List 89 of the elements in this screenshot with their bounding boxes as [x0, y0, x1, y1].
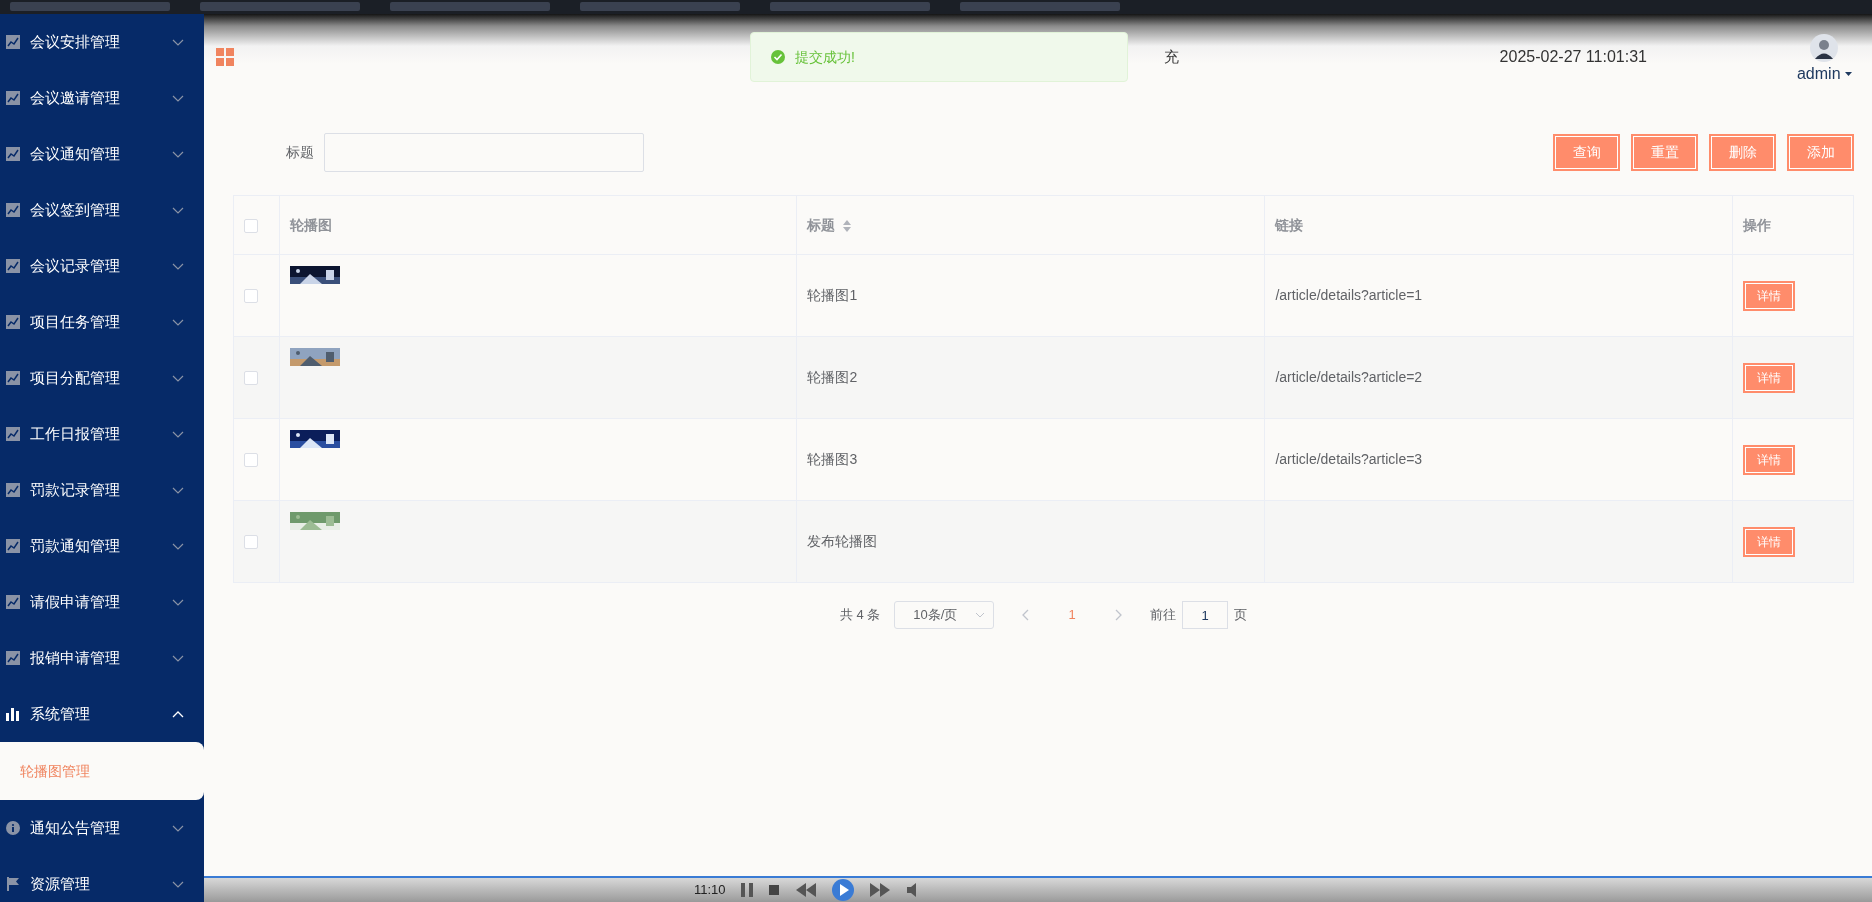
- user-menu[interactable]: admin: [1796, 62, 1852, 86]
- chevron-down-icon: [172, 485, 184, 495]
- header-title: 充: [1164, 46, 1179, 67]
- sidebar-item[interactable]: 罚款记录管理: [0, 462, 204, 518]
- select-all-checkbox[interactable]: [244, 218, 258, 233]
- line-chart-icon: [6, 651, 20, 665]
- avatar: [1810, 34, 1839, 62]
- chevron-down-icon: [172, 317, 184, 327]
- speaker-icon: [905, 881, 918, 899]
- title-cell: 发布轮播图: [807, 533, 878, 549]
- browser-tab[interactable]: [200, 2, 360, 11]
- page-input-field[interactable]: 1: [1182, 601, 1229, 629]
- title-cell: 轮播图2: [807, 369, 858, 385]
- chevron-down-icon: [172, 373, 184, 383]
- chevron-down-icon: [172, 261, 184, 271]
- datetime-text: 2025-02-27 11:01:31: [1499, 47, 1647, 67]
- link-cell: /article/details?article=2: [1275, 369, 1423, 385]
- sidebar-item[interactable]: 会议安排管理: [0, 14, 204, 70]
- line-chart-icon: [6, 203, 20, 217]
- row-checkbox[interactable]: [244, 289, 258, 304]
- link-cell: /article/details?article=1: [1275, 287, 1423, 303]
- page-size-select[interactable]: 10条/页: [894, 601, 995, 629]
- line-chart-icon: [6, 259, 20, 273]
- sidebar-item[interactable]: 会议签到管理: [0, 182, 204, 238]
- chevron-down-icon: [172, 149, 184, 159]
- line-chart-icon: [6, 147, 20, 161]
- sidebar-item[interactable]: 会议记录管理: [0, 238, 204, 294]
- sidebar-item[interactable]: 会议邀请管理: [0, 70, 204, 126]
- info-icon: [6, 821, 20, 835]
- line-chart-icon: [6, 371, 20, 385]
- title-cell: 轮播图1: [807, 287, 858, 303]
- line-chart-icon: [6, 91, 20, 105]
- sidebar-item[interactable]: 资源管理: [0, 856, 204, 902]
- chevron-down-icon: [172, 205, 184, 215]
- grid-menu-icon[interactable]: [216, 48, 234, 66]
- line-chart-icon: [6, 315, 20, 329]
- chevron-down-icon: [172, 37, 184, 47]
- chevron-down-icon: [172, 429, 184, 439]
- browser-tab[interactable]: [390, 2, 550, 11]
- browser-tab[interactable]: [10, 2, 170, 11]
- line-chart-icon: [6, 483, 20, 497]
- sidebar-item[interactable]: 会议通知管理: [0, 126, 204, 182]
- sidebar-item[interactable]: 通知公告管理: [0, 800, 204, 856]
- title-input-field[interactable]: [324, 133, 644, 172]
- column-header: 轮播图: [290, 216, 333, 233]
- chevron-down-icon: [975, 612, 986, 618]
- sort-icon[interactable]: [843, 219, 852, 232]
- column-header: 链接: [1275, 216, 1304, 233]
- flag-icon: [6, 877, 20, 891]
- sidebar-item[interactable]: 项目任务管理: [0, 294, 204, 350]
- row-checkbox[interactable]: [244, 371, 258, 386]
- playback-time: 11:10: [694, 881, 726, 900]
- browser-tab[interactable]: [960, 2, 1120, 11]
- chevron-down-icon: [172, 93, 184, 103]
- row-checkbox[interactable]: [244, 535, 258, 550]
- column-header: 操作: [1743, 216, 1772, 233]
- browser-tab[interactable]: [770, 2, 930, 11]
- chevron-up-icon: [172, 709, 184, 719]
- chevron-down-icon: [172, 653, 184, 663]
- goto-label: 前往: [1150, 606, 1177, 625]
- pause-icon: [739, 881, 754, 899]
- chevron-down-icon: [172, 541, 184, 551]
- browser-tab[interactable]: [580, 2, 740, 11]
- caret-icon: [1845, 72, 1852, 78]
- line-chart-icon: [6, 35, 20, 49]
- chevron-down-icon: [172, 879, 184, 889]
- line-chart-icon: [6, 595, 20, 609]
- sidebar-item[interactable]: 项目分配管理: [0, 350, 204, 406]
- page-unit-label: 页: [1234, 606, 1248, 625]
- check-circle-icon: [771, 50, 785, 64]
- next-page-icon[interactable]: [1115, 609, 1123, 621]
- sidebar-item[interactable]: 工作日报管理: [0, 406, 204, 462]
- line-chart-icon: [6, 539, 20, 553]
- total-count: 共 4 条: [839, 606, 881, 625]
- chevron-down-icon: [172, 823, 184, 833]
- toast-message: 提交成功!: [795, 47, 855, 67]
- sidebar-item[interactable]: 罚款通知管理: [0, 518, 204, 574]
- link-cell: /article/details?article=3: [1275, 451, 1423, 467]
- fast-forward-icon: [867, 881, 892, 899]
- field-label: 标题: [286, 143, 314, 162]
- sidebar-item[interactable]: 请假申请管理: [0, 574, 204, 630]
- bar-chart-icon: [6, 707, 20, 721]
- previous-page-icon[interactable]: [1022, 609, 1030, 621]
- line-chart-icon: [6, 427, 20, 441]
- sidebar-item[interactable]: 报销申请管理: [0, 630, 204, 686]
- chevron-down-icon: [172, 597, 184, 607]
- row-checkbox[interactable]: [244, 453, 258, 468]
- sidebar-item[interactable]: 系统管理: [0, 686, 204, 742]
- title-cell: 轮播图3: [807, 451, 858, 467]
